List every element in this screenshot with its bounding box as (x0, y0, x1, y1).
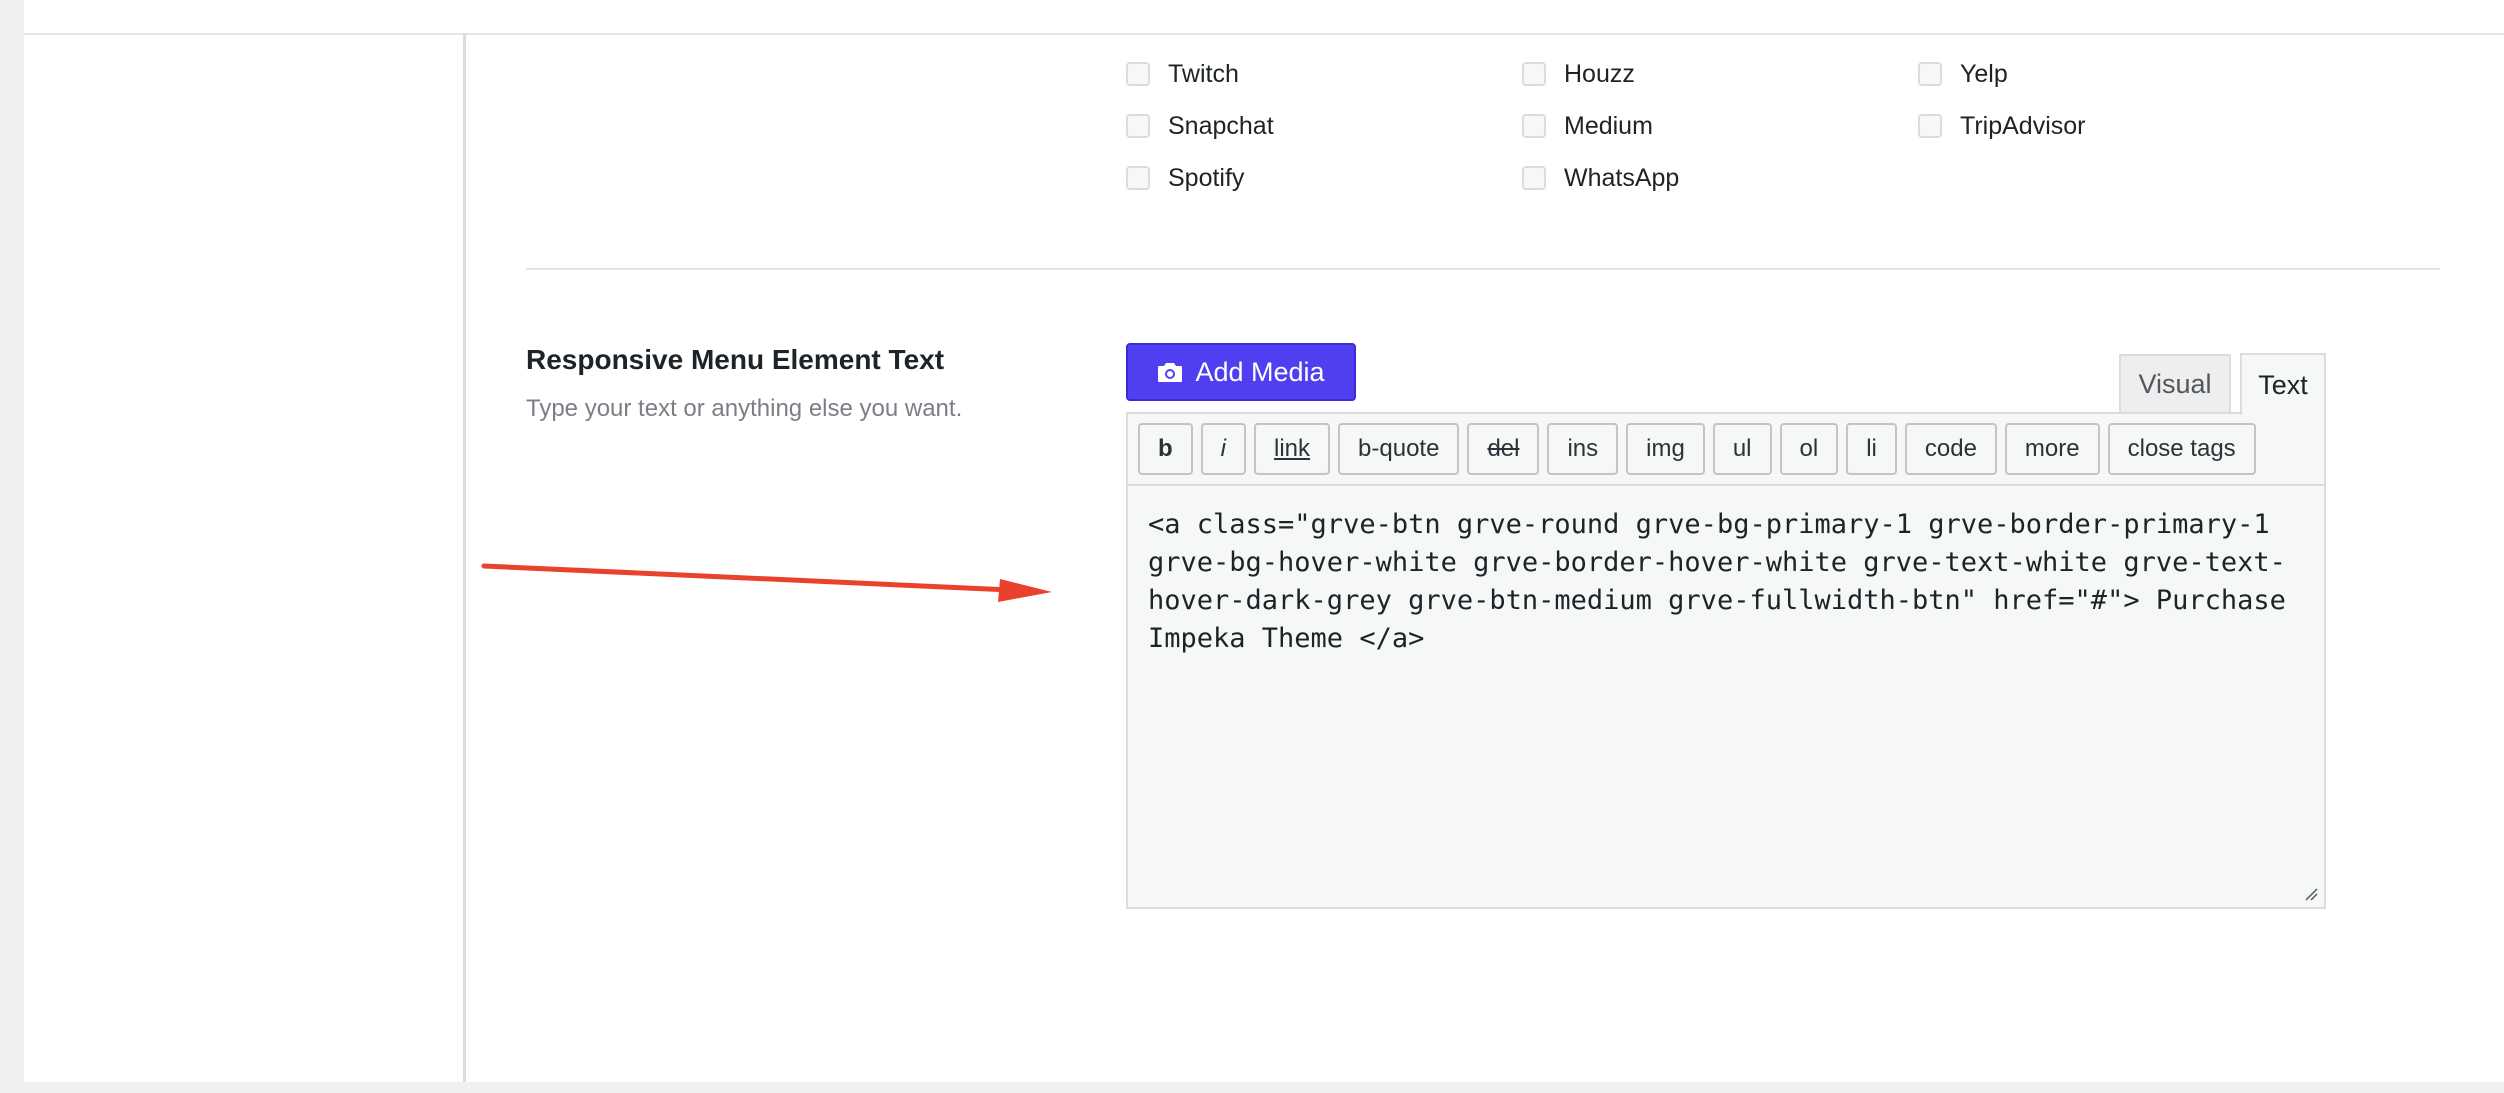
social-label: Snapchat (1168, 111, 1274, 140)
top-border (24, 33, 2504, 35)
link-button[interactable]: link (1254, 423, 1331, 475)
social-label: Spotify (1168, 163, 1245, 192)
field-title: Responsive Menu Element Text (526, 344, 945, 375)
spotify-checkbox[interactable] (1126, 166, 1150, 190)
social-label: WhatsApp (1564, 163, 1680, 192)
text-editor: b i link b-quote del ins img ul ol li co… (1126, 412, 2326, 909)
social-option-medium[interactable]: Medium (1522, 100, 1918, 152)
quicktags-toolbar: b i link b-quote del ins img ul ol li co… (1128, 414, 2324, 486)
social-label: Yelp (1960, 59, 2008, 88)
social-option-yelp[interactable]: Yelp (1918, 48, 2314, 100)
social-label: TripAdvisor (1960, 111, 2086, 140)
close-tags-button[interactable]: close tags (2107, 423, 2256, 475)
image-button[interactable]: img (1626, 423, 1705, 475)
snapchat-checkbox[interactable] (1126, 114, 1150, 138)
list-item-button[interactable]: li (1846, 423, 1897, 475)
ordered-list-button[interactable]: ol (1779, 423, 1839, 475)
social-option-houzz[interactable]: Houzz (1522, 48, 1918, 100)
twitch-checkbox[interactable] (1126, 62, 1150, 86)
social-option-snapchat[interactable]: Snapchat (1126, 100, 1522, 152)
sidebar-divider (463, 33, 466, 1082)
social-option-twitch[interactable]: Twitch (1126, 48, 1522, 100)
social-label: Twitch (1168, 59, 1239, 88)
editor-textarea[interactable]: <a class="grve-btn grve-round grve-bg-pr… (1128, 486, 2324, 907)
social-option-tripadvisor[interactable]: TripAdvisor (1918, 100, 2314, 152)
tab-visual[interactable]: Visual (2119, 354, 2231, 412)
italic-button[interactable]: i (1200, 423, 1247, 475)
unordered-list-button[interactable]: ul (1712, 423, 1772, 475)
field-description: Type your text or anything else you want… (526, 395, 963, 422)
medium-checkbox[interactable] (1522, 114, 1546, 138)
section-divider (526, 268, 2440, 270)
bold-button[interactable]: b (1138, 423, 1193, 475)
social-option-whatsapp[interactable]: WhatsApp (1522, 152, 1918, 204)
insert-button[interactable]: ins (1547, 423, 1619, 475)
social-networks-list: Twitch Houzz Yelp Snapchat Medium TripAd… (1126, 48, 2314, 204)
add-media-label: Add Media (1195, 356, 1325, 387)
yelp-checkbox[interactable] (1918, 62, 1942, 86)
code-button[interactable]: code (1904, 423, 1997, 475)
social-label: Houzz (1564, 59, 1635, 88)
tripadvisor-checkbox[interactable] (1918, 114, 1942, 138)
more-button[interactable]: more (2004, 423, 2100, 475)
camera-icon (1158, 363, 1183, 382)
delete-button[interactable]: del (1467, 423, 1540, 475)
social-label: Medium (1564, 111, 1653, 140)
houzz-checkbox[interactable] (1522, 62, 1546, 86)
tab-text[interactable]: Text (2240, 353, 2326, 415)
add-media-button[interactable]: Add Media (1126, 343, 1356, 401)
whatsapp-checkbox[interactable] (1522, 166, 1546, 190)
social-option-spotify[interactable]: Spotify (1126, 152, 1522, 204)
resize-handle-icon[interactable] (2304, 887, 2318, 901)
red-arrow-annotation (481, 563, 1052, 602)
blockquote-button[interactable]: b-quote (1338, 423, 1460, 475)
